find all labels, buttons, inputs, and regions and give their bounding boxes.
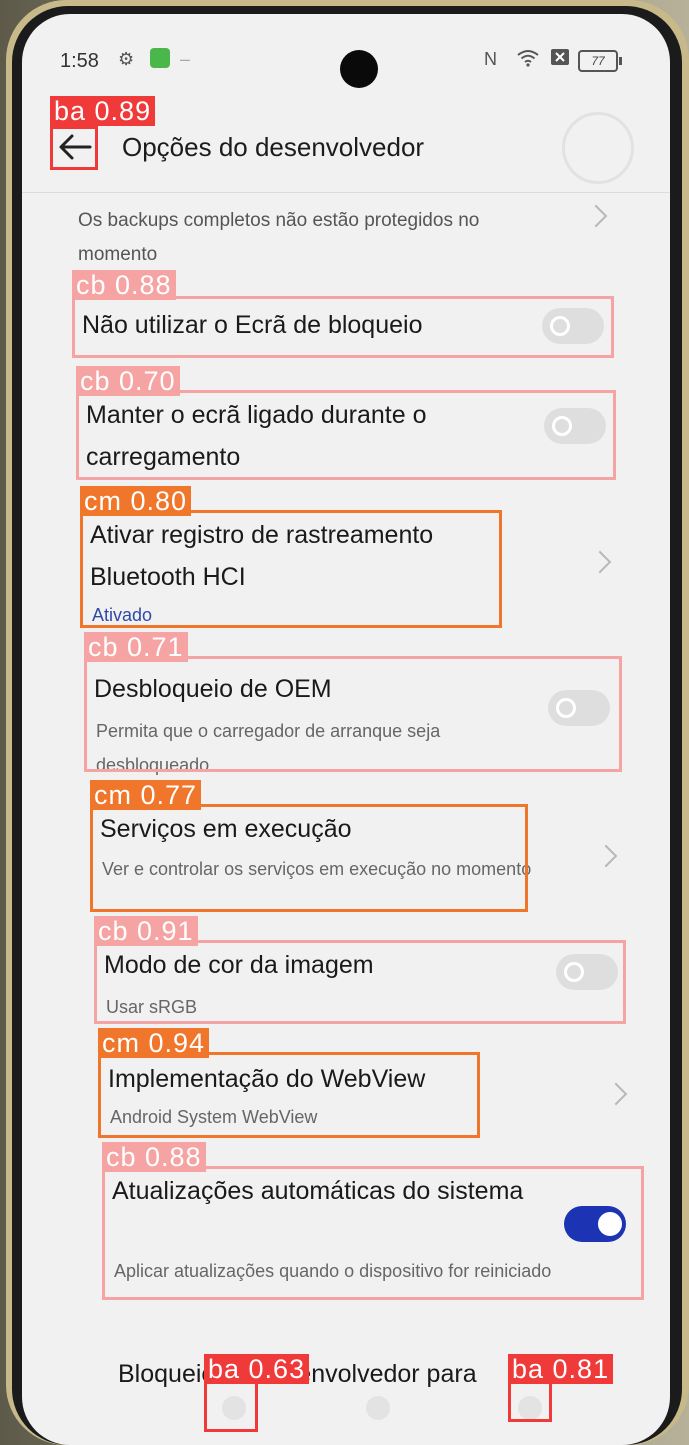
detection-label: ba 0.63	[204, 1354, 310, 1384]
detection-box	[98, 1052, 480, 1138]
nav-home-button[interactable]	[366, 1396, 390, 1420]
page-title: Opções do desenvolvedor	[122, 132, 425, 162]
backup-description: Os backups completos não estão protegido…	[78, 210, 480, 265]
dash-icon: –	[180, 49, 191, 69]
detection-box	[80, 510, 502, 628]
wifi-icon	[516, 48, 540, 70]
app-notification-icon	[150, 48, 170, 68]
detection-box	[72, 296, 614, 358]
battery-icon: 77	[578, 50, 622, 72]
detection-box	[50, 126, 98, 170]
detection-box	[102, 1166, 644, 1300]
detection-box	[94, 940, 626, 1024]
overlay-circle	[562, 112, 634, 184]
status-time: 1:58	[60, 50, 99, 72]
detection-label: cb 0.91	[94, 916, 198, 946]
detection-box	[84, 656, 622, 772]
nfc-icon: Ν	[484, 49, 497, 69]
settings-gear-icon: ⚙	[118, 49, 135, 69]
detection-label: cm 0.80	[80, 486, 192, 516]
backup-item[interactable]: Os backups completos não estão protegido…	[22, 200, 670, 270]
detection-label: cb 0.70	[76, 366, 180, 396]
chevron-right-icon	[594, 844, 618, 868]
detection-label: ba 0.89	[50, 96, 156, 126]
chevron-right-icon	[584, 204, 608, 228]
detection-label: cm 0.94	[98, 1028, 210, 1058]
detection-label: cm 0.77	[90, 780, 202, 810]
detection-box	[76, 390, 616, 480]
detection-label: cb 0.88	[72, 270, 176, 300]
detection-label: ba 0.81	[508, 1354, 614, 1384]
no-sim-icon	[550, 48, 570, 70]
detection-label: cb 0.88	[102, 1142, 206, 1172]
nav-bar	[22, 1384, 670, 1445]
detection-box	[204, 1380, 258, 1432]
detection-box	[90, 804, 528, 912]
detection-box	[508, 1380, 552, 1422]
status-bar: 1:58 ⚙ – Ν 77	[22, 14, 670, 94]
header-divider	[22, 192, 670, 193]
chevron-right-icon	[604, 1082, 628, 1106]
detection-label: cb 0.71	[84, 632, 188, 662]
chevron-right-icon	[588, 550, 612, 574]
